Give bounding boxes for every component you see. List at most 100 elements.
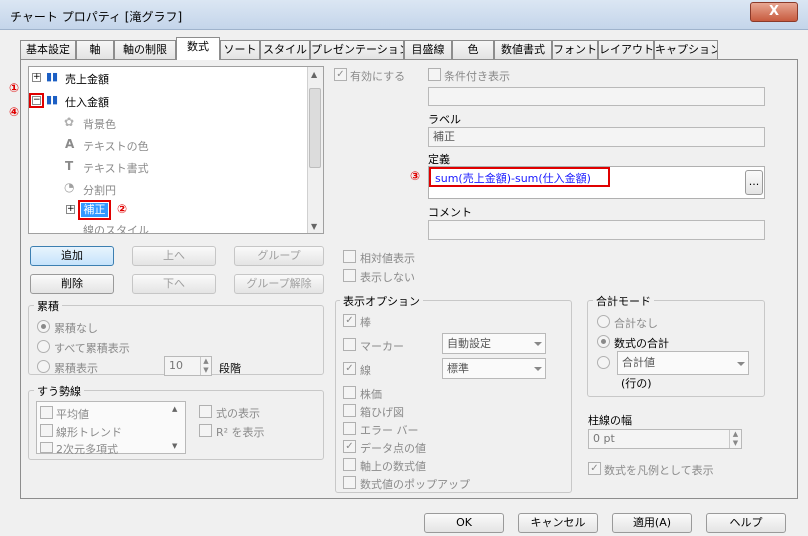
definition-caption: 定義	[428, 153, 450, 166]
tab-presentation[interactable]: プレゼンテーション	[310, 40, 404, 59]
definition-input[interactable]: sum(売上金額)-sum(仕入金額)	[435, 170, 591, 186]
conditional-checkbox[interactable]	[428, 68, 441, 81]
marker-select[interactable]: 自動設定	[442, 333, 546, 354]
expand-icon[interactable]: +	[32, 73, 41, 82]
help-button[interactable]: ヘルプ	[706, 513, 786, 533]
group-button[interactable]: グループ	[234, 246, 324, 266]
up-button[interactable]: 上へ	[132, 246, 216, 266]
tree-scroll-thumb[interactable]	[309, 88, 321, 168]
cancel-button[interactable]: キャンセル	[518, 513, 598, 533]
marker-label: マーカー	[360, 340, 404, 353]
radio-no-accumulation[interactable]	[37, 320, 50, 333]
legend-checkbox[interactable]: ✓	[588, 462, 601, 475]
stock-label: 株価	[360, 388, 382, 401]
errorbar-checkbox[interactable]	[343, 422, 356, 435]
tab-basic[interactable]: 基本設定	[20, 40, 76, 59]
tree-item-textcolor[interactable]: テキストの色	[83, 138, 149, 154]
tree-item-textformat[interactable]: テキスト書式	[83, 160, 149, 176]
enabled-checkbox[interactable]: ✓	[334, 68, 347, 81]
invisible-checkbox[interactable]	[343, 269, 356, 282]
pie-icon: ◔	[64, 180, 75, 194]
relative-label: 相対値表示	[360, 252, 415, 265]
show-formula-checkbox[interactable]	[199, 405, 212, 418]
scroll-down-icon[interactable]: ▼	[311, 222, 317, 231]
trend-scroll-down-icon[interactable]: ▼	[172, 442, 177, 450]
comment-input[interactable]	[428, 220, 765, 240]
values-on-axis-checkbox[interactable]	[343, 458, 356, 471]
radio-sum-rows[interactable]	[597, 356, 610, 369]
accumulate-steps-label: 累積表示	[54, 362, 98, 375]
steps-spinner-icon[interactable]: ▲ ▼	[200, 357, 211, 375]
tab-sort[interactable]: ソート	[220, 40, 260, 59]
tab-style[interactable]: スタイル	[260, 40, 310, 59]
marker-checkbox[interactable]	[343, 338, 356, 351]
no-total-label: 合計なし	[614, 317, 658, 330]
comment-caption: コメント	[428, 206, 472, 219]
errorbar-label: エラー バー	[360, 424, 419, 437]
popup-checkbox[interactable]	[343, 476, 356, 489]
line-select[interactable]: 標準	[442, 358, 546, 379]
radio-no-total[interactable]	[597, 315, 610, 328]
tab-gridlines[interactable]: 目盛線	[404, 40, 452, 59]
radio-accumulate-steps[interactable]	[37, 360, 50, 373]
bar-chart-icon: ▮▮	[46, 70, 59, 83]
tab-number[interactable]: 数値書式	[494, 40, 552, 59]
bar-width-spinner-icon[interactable]: ▲ ▼	[729, 430, 741, 448]
tab-expressions[interactable]: 数式	[176, 37, 220, 60]
enabled-label: 有効にする	[350, 70, 406, 83]
trend-poly-checkbox[interactable]	[40, 442, 53, 453]
relative-checkbox[interactable]	[343, 250, 356, 263]
show-r2-checkbox[interactable]	[199, 424, 212, 437]
ok-button[interactable]: OK	[424, 513, 504, 533]
values-on-data-checkbox[interactable]: ✓	[343, 440, 356, 453]
label-input[interactable]: 補正	[428, 127, 765, 147]
stock-checkbox[interactable]	[343, 386, 356, 399]
conditional-label: 条件付き表示	[444, 70, 510, 83]
line-label: 線	[360, 364, 371, 377]
expression-editor-button[interactable]: ...	[745, 170, 763, 195]
tab-axis-limits[interactable]: 軸の制限	[114, 40, 176, 59]
trend-mean-label: 平均値	[56, 408, 89, 421]
trend-scroll-up-icon[interactable]: ▲	[172, 405, 177, 413]
scroll-up-icon[interactable]: ▲	[311, 70, 317, 79]
trend-mean-checkbox[interactable]	[40, 406, 53, 419]
bar-checkbox[interactable]: ✓	[343, 314, 356, 327]
down-button[interactable]: 下へ	[132, 274, 216, 294]
boxplot-checkbox[interactable]	[343, 404, 356, 417]
expand-icon[interactable]: +	[66, 205, 75, 214]
radio-expression-total[interactable]	[597, 335, 610, 348]
radio-full-accumulation[interactable]	[37, 340, 50, 353]
palette-icon: ✿	[64, 115, 75, 129]
trend-linear-checkbox[interactable]	[40, 424, 53, 437]
trend-linear-label: 線形トレンド	[56, 426, 122, 439]
total-select[interactable]: 合計値	[617, 351, 749, 375]
tree-item-correction[interactable]: 補正	[81, 203, 108, 217]
tab-font[interactable]: フォント	[552, 40, 598, 59]
apply-button[interactable]: 適用(A)	[612, 513, 692, 533]
tab-caption[interactable]: キャプション	[654, 40, 718, 59]
delete-button[interactable]: 削除	[30, 274, 114, 294]
tab-axis[interactable]: 軸	[76, 40, 114, 59]
chevron-down-icon	[534, 367, 542, 371]
line-checkbox[interactable]: ✓	[343, 362, 356, 375]
bar-width-input[interactable]: 0 pt	[588, 429, 742, 449]
bar-label: 棒	[360, 316, 371, 329]
total-mode-title: 合計モード	[593, 293, 654, 309]
tree-item-bgcolor[interactable]: 背景色	[83, 116, 116, 132]
bar-width-title: 柱線の幅	[588, 414, 632, 427]
tree-item-pie[interactable]: 分割円	[83, 182, 116, 198]
tab-layout[interactable]: レイアウト	[598, 40, 654, 59]
text-color-icon: A	[65, 137, 75, 151]
tree-item-sales[interactable]: 売上金額	[65, 71, 109, 87]
tree-item-linestyle[interactable]: 線のスタイル	[83, 224, 149, 233]
tree-item-purchase[interactable]: 仕入金額	[65, 94, 109, 110]
ungroup-button[interactable]: グループ解除	[234, 274, 324, 294]
conditional-input[interactable]	[428, 87, 765, 106]
add-button[interactable]: 追加	[30, 246, 114, 266]
tab-color[interactable]: 色	[452, 40, 494, 59]
trendline-title: すう勢線	[34, 383, 84, 399]
steps-unit-label: 段階	[219, 362, 241, 375]
close-button[interactable]: X	[750, 2, 798, 22]
collapse-icon[interactable]: −	[32, 96, 41, 105]
values-on-axis-label: 軸上の数式値	[360, 460, 426, 473]
